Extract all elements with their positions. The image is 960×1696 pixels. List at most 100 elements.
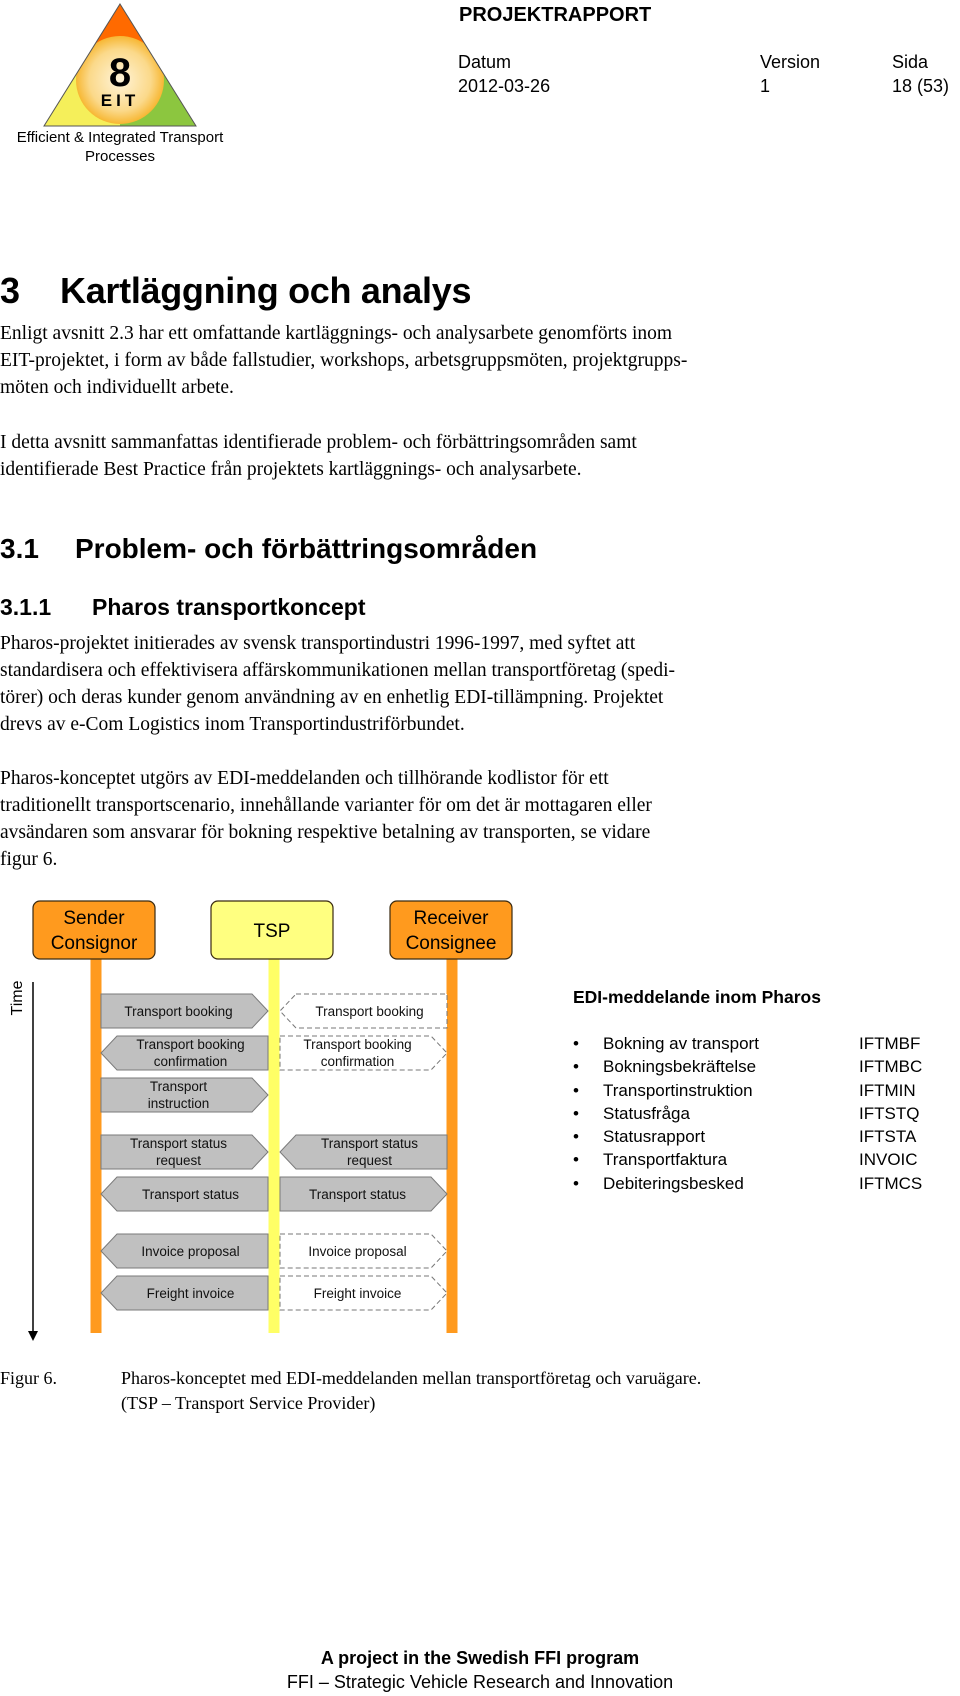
edi-message-item: • Bokning av transport IFTMBF bbox=[573, 1032, 953, 1055]
text-line: möten och individuellt arbete. bbox=[0, 377, 234, 398]
text-line: törer) och deras kunder genom användning… bbox=[0, 687, 664, 708]
lifeline bbox=[446, 958, 458, 1333]
bullet-icon: • bbox=[573, 1150, 579, 1170]
figure-caption-label: Figur 6. bbox=[0, 1368, 58, 1388]
bullet-icon: • bbox=[573, 1080, 579, 1100]
text-line: standardisera och effektivisera affärsko… bbox=[0, 660, 676, 681]
subsection-heading: 3.1 Problem- och förbättringsområden bbox=[0, 533, 537, 565]
section-paragraph-2: I detta avsnitt sammanfattas identifiera… bbox=[0, 429, 880, 483]
message-label: request bbox=[156, 1153, 201, 1168]
message-label: instruction bbox=[148, 1096, 210, 1111]
pharos-sequence-diagram: Sender Consignor TSP Receiver Consignee Time T… bbox=[9, 900, 513, 1341]
time-label: Time bbox=[9, 980, 26, 1015]
lifeline bbox=[90, 958, 102, 1333]
page-label: Sida bbox=[892, 52, 929, 72]
message-label: confirmation bbox=[321, 1054, 395, 1069]
bullet-icon: • bbox=[573, 1103, 579, 1123]
edi-message-name: Transportinstruktion bbox=[603, 1080, 753, 1100]
edi-message-code: INVOIC bbox=[859, 1150, 918, 1170]
edi-message-name: Bokningsbekräftelse bbox=[603, 1057, 757, 1077]
subsection-number: 3.1 bbox=[0, 533, 39, 564]
text-line: avsändaren som ansvarar för bokning resp… bbox=[0, 822, 651, 843]
message-label: confirmation bbox=[154, 1054, 228, 1069]
message-label: Transport status bbox=[309, 1187, 406, 1202]
version-label: Version bbox=[760, 52, 821, 72]
edi-message-code: IFTMIN bbox=[859, 1080, 916, 1100]
edi-message-name: Statusfråga bbox=[603, 1103, 690, 1123]
section-heading: 3 Kartläggning och analys bbox=[0, 270, 471, 312]
message-label: Transport status bbox=[130, 1136, 227, 1151]
lifeline bbox=[268, 958, 280, 1333]
pharos-paragraph-1: Pharos-projektet initierades av svensk t… bbox=[0, 630, 880, 738]
message-label: Transport status bbox=[321, 1136, 418, 1151]
section-paragraph-1: Enligt avsnitt 2.3 har ett omfattande ka… bbox=[0, 320, 880, 401]
message-label: Transport bbox=[150, 1079, 208, 1094]
text-line: Enligt avsnitt 2.3 har ett omfattande ka… bbox=[0, 323, 673, 344]
subsubsection-title: Pharos transportkoncept bbox=[92, 594, 366, 620]
message-label: Invoice proposal bbox=[308, 1244, 406, 1259]
caption-line: (TSP – Transport Service Provider) bbox=[121, 1393, 376, 1413]
time-axis-arrow-icon bbox=[28, 1331, 38, 1341]
text-line: drevs av e-Com Logistics inom Transporti… bbox=[0, 714, 465, 735]
actor-label: TSP bbox=[254, 921, 291, 942]
edi-message-list: • Bokning av transport IFTMBF • Bokningsbekr… bbox=[573, 1032, 953, 1195]
edi-message-name: Bokning av transport bbox=[603, 1034, 759, 1053]
bullet-icon: • bbox=[573, 1057, 579, 1077]
text-line: Pharos-projektet initierades av svensk t… bbox=[0, 633, 636, 654]
message-label: Transport booking bbox=[315, 1004, 423, 1019]
text-line: I detta avsnitt sammanfattas identifiera… bbox=[0, 432, 637, 453]
actor-label: Consignee bbox=[406, 933, 497, 954]
bullet-icon: • bbox=[573, 1127, 579, 1147]
actor-label: Sender bbox=[63, 908, 125, 929]
edi-message-name: Transportfaktura bbox=[603, 1150, 728, 1170]
edi-message-item: • Bokningsbekräftelse IFTMBC bbox=[573, 1055, 953, 1078]
edi-message-code: IFTMBF bbox=[859, 1034, 921, 1053]
message-label: Freight invoice bbox=[147, 1286, 235, 1301]
logo-number: 8 bbox=[109, 51, 131, 95]
subsection-title: Problem- och förbättringsområden bbox=[75, 533, 538, 564]
eit-logo: 8 EIT Efficient & Integrated Transport P… bbox=[0, 0, 240, 170]
section-number: 3 bbox=[0, 270, 20, 311]
bullet-icon: • bbox=[573, 1173, 579, 1193]
edi-message-item: • Statusfråga IFTSTQ bbox=[573, 1102, 953, 1125]
date-label: Datum bbox=[458, 52, 512, 72]
edi-message-name: Debiteringsbesked bbox=[603, 1173, 744, 1193]
version-value: 1 bbox=[760, 76, 771, 96]
edi-message-item: • Statusrapport IFTSTA bbox=[573, 1125, 953, 1148]
actor-label: Receiver bbox=[414, 908, 490, 929]
edi-message-item: • Debiteringsbesked IFTMCS bbox=[573, 1172, 953, 1195]
date-value: 2012-03-26 bbox=[458, 76, 551, 96]
logo-caption-line2: Processes bbox=[84, 148, 156, 165]
bullet-icon: • bbox=[573, 1034, 579, 1053]
caption-line: Pharos-konceptet med EDI-meddelanden mel… bbox=[121, 1368, 702, 1388]
document-type-title: PROJEKTRAPPORT bbox=[459, 4, 652, 26]
text-line: EIT-projektet, i form av både fallstudie… bbox=[0, 350, 688, 371]
subsubsection-number: 3.1.1 bbox=[0, 594, 52, 620]
footer-line-2: FFI – Strategic Vehicle Research and Inn… bbox=[286, 1672, 674, 1692]
logo-caption-line1: Efficient & Integrated Transport bbox=[16, 129, 224, 146]
edi-message-code: IFTMBC bbox=[859, 1057, 923, 1077]
figure-caption-text: Pharos-konceptet med EDI-meddelanden mel… bbox=[121, 1366, 701, 1416]
footer-line-1: A project in the Swedish FFI program bbox=[320, 1648, 640, 1668]
edi-list-title: EDI-meddelande inom Pharos bbox=[573, 987, 821, 1007]
eit-logo-triangle: 8 EIT bbox=[43, 3, 197, 127]
text-line: Pharos-konceptet utgörs av EDI-meddeland… bbox=[0, 768, 609, 789]
edi-message-item: • Transportfaktura INVOIC bbox=[573, 1148, 953, 1171]
text-line: figur 6. bbox=[0, 849, 58, 870]
message-label: request bbox=[347, 1153, 392, 1168]
subsubsection-heading: 3.1.1 Pharos transportkoncept bbox=[0, 594, 366, 621]
text-line: identifierade Best Practice från projekt… bbox=[0, 459, 582, 480]
message-label: Transport booking bbox=[303, 1037, 411, 1052]
edi-message-code: IFTSTQ bbox=[859, 1103, 920, 1123]
edi-message-code: IFTMCS bbox=[859, 1173, 923, 1193]
message-label: Invoice proposal bbox=[141, 1244, 239, 1259]
text-line: traditionellt transportscenario, innehål… bbox=[0, 795, 652, 816]
page-value: 18 (53) bbox=[892, 76, 950, 96]
pharos-paragraph-2: Pharos-konceptet utgörs av EDI-meddeland… bbox=[0, 765, 880, 873]
message-label: Transport status bbox=[142, 1187, 239, 1202]
actor-label: Consignor bbox=[51, 933, 138, 954]
edi-message-code: IFTSTA bbox=[859, 1127, 917, 1147]
section-title: Kartläggning och analys bbox=[60, 270, 472, 311]
message-label: Transport booking bbox=[124, 1004, 232, 1019]
message-label: Transport booking bbox=[136, 1037, 244, 1052]
